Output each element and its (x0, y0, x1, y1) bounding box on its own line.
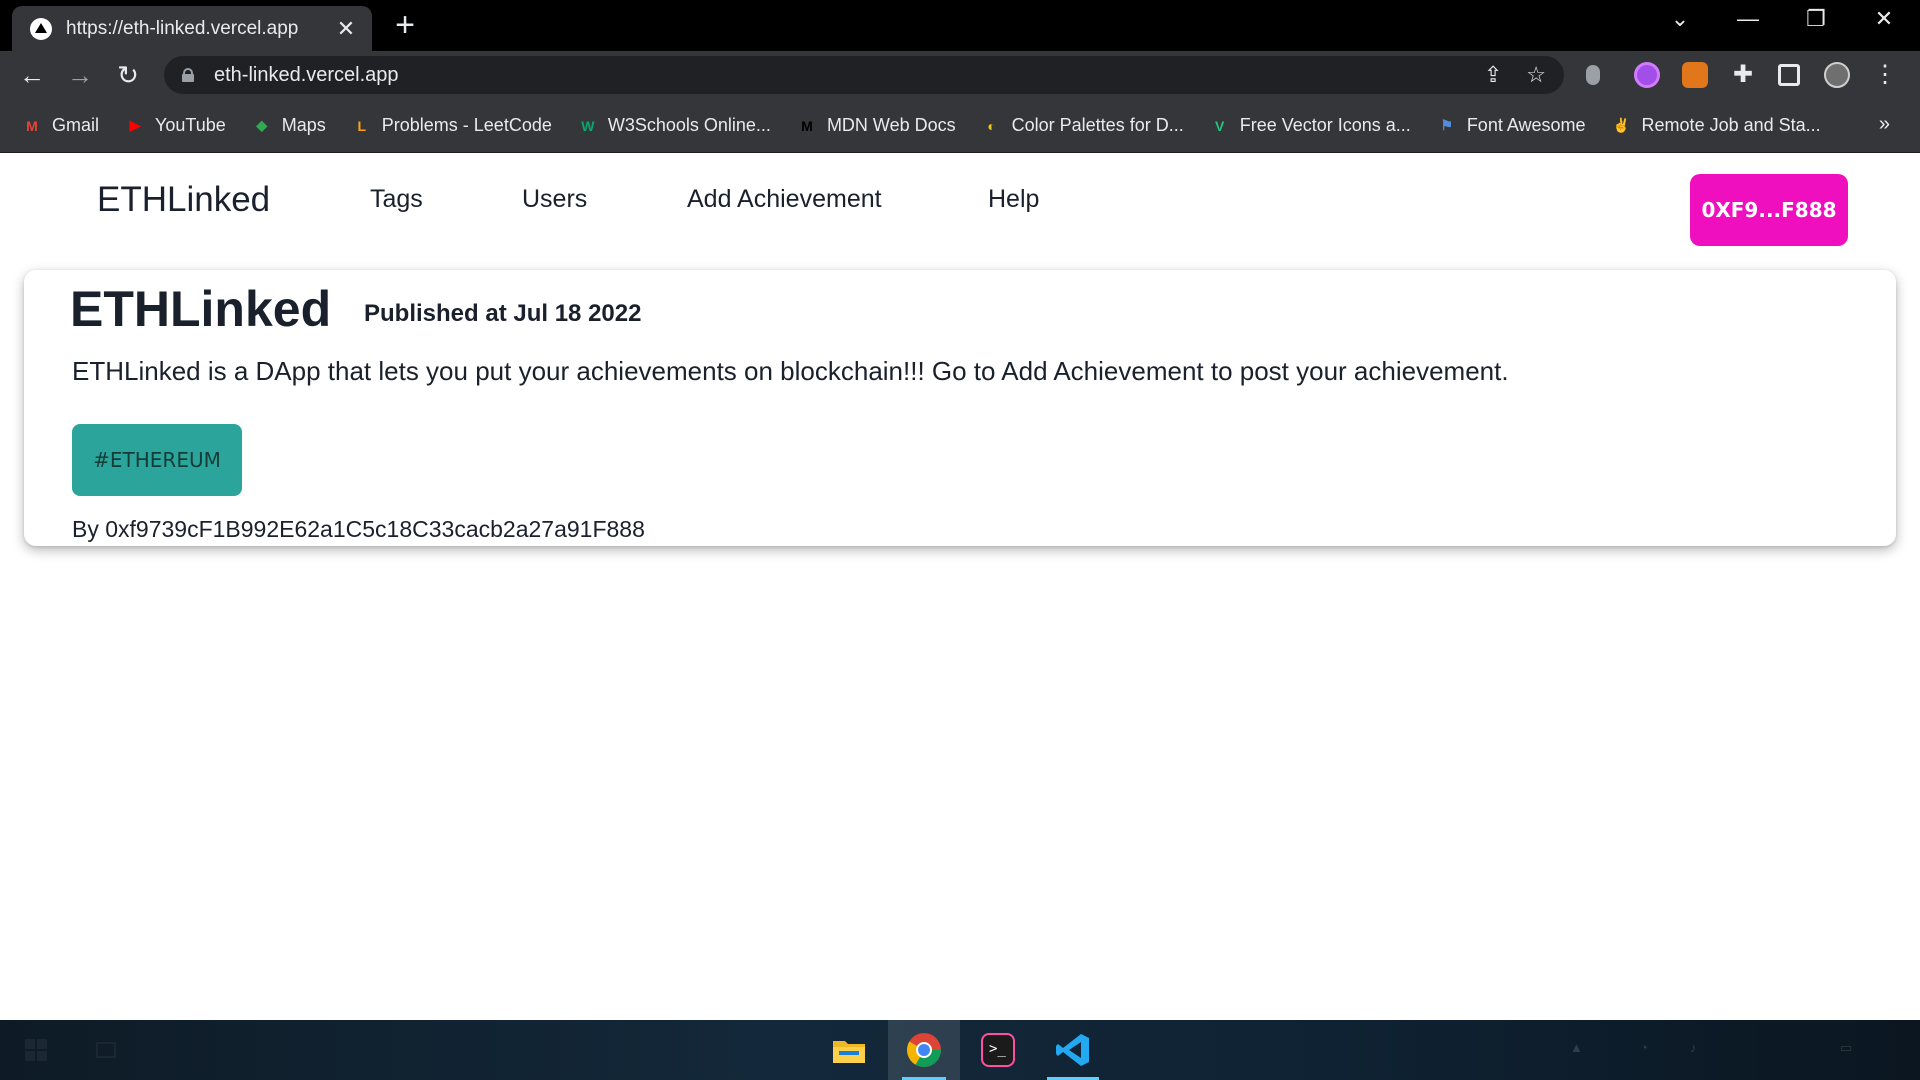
new-tab-button[interactable]: + (390, 8, 420, 42)
youtube-icon: ▶ (129, 117, 141, 133)
site-navbar: ETHLinked Tags Users Add Achievement Hel… (0, 154, 1920, 254)
extensions-puzzle-icon[interactable]: ✚ (1730, 62, 1756, 88)
url-text[interactable]: eth-linked.vercel.app (214, 64, 1460, 87)
bookmark-star-icon[interactable]: ☆ (1526, 62, 1546, 88)
nav-link-help[interactable]: Help (988, 185, 1039, 214)
minimize-button[interactable]: — (1728, 6, 1768, 32)
nav-link-add-achievement[interactable]: Add Achievement (687, 185, 882, 214)
bookmark-item[interactable]: ◆ Maps (252, 115, 326, 136)
file-explorer-icon[interactable] (827, 1028, 871, 1072)
bookmark-label: Gmail (52, 115, 100, 135)
bookmark-label: MDN Web Docs (826, 115, 956, 135)
extension-icon[interactable] (1586, 65, 1600, 85)
angellist-icon: ✌ (1612, 117, 1631, 133)
bookmark-label: Remote Job and Sta... (1641, 115, 1821, 135)
bookmark-label: YouTube (155, 115, 226, 135)
flag-icon: ⚑ (1440, 117, 1454, 133)
side-panel-icon[interactable] (1778, 64, 1800, 86)
svg-text:>_: >_ (989, 1041, 1006, 1057)
achievement-card: ETHLinked Published at Jul 18 2022 ETHLi… (24, 270, 1896, 546)
browser-toolbar: ← → ↻ eth-linked.vercel.app ⇪ ☆ ✚ ⋮ (0, 51, 1920, 99)
bookmark-label: Font Awesome (1466, 115, 1586, 135)
bookmark-item[interactable]: M Gmail (22, 115, 99, 136)
maps-icon: ◆ (256, 117, 268, 133)
metamask-icon[interactable] (1682, 62, 1708, 88)
bookmark-item[interactable]: ✌ Remote Job and Sta... (1612, 115, 1821, 136)
task-view-icon[interactable] (84, 1028, 128, 1072)
back-button[interactable]: ← (16, 59, 48, 91)
bookmark-item[interactable]: ⚑ Font Awesome (1437, 115, 1586, 136)
achievement-description: ETHLinked is a DApp that lets you put yo… (72, 356, 1509, 386)
site-brand-link[interactable]: ETHLinked (97, 180, 270, 220)
more-bookmarks-chevron-icon[interactable]: » (1879, 113, 1890, 136)
tray-volume-icon[interactable]: ♪ (1690, 1040, 1697, 1055)
vector-icons-icon: V (1215, 117, 1225, 134)
windows-taskbar: >_ ▲ ◔ ♪ ▭ (0, 1020, 1920, 1080)
w3schools-icon: W (581, 117, 595, 134)
tab-search-icon[interactable]: ⌄ (1660, 6, 1700, 32)
tag-ethereum-button[interactable]: #ETHEREUM (72, 424, 242, 496)
forward-button[interactable]: → (64, 59, 96, 91)
bookmark-item[interactable]: ▶ YouTube (125, 115, 226, 136)
achievement-title: ETHLinked (70, 281, 332, 337)
web-page: ETHLinked Tags Users Add Achievement Hel… (0, 154, 1920, 1020)
wallet-address-button[interactable]: 0XF9...F888 (1690, 174, 1848, 246)
bookmark-item[interactable]: W W3Schools Online... (578, 115, 771, 136)
share-icon[interactable]: ⇪ (1484, 62, 1502, 88)
gmail-icon: M (26, 117, 38, 134)
palette-icon: ◐ (987, 117, 996, 134)
tab-title: https://eth-linked.vercel.app (66, 17, 299, 39)
extension-purple-icon[interactable] (1634, 62, 1660, 88)
vscode-icon[interactable] (1047, 1028, 1099, 1080)
bookmark-item[interactable]: L Problems - LeetCode (352, 115, 552, 136)
browser-tab-active[interactable]: https://eth-linked.vercel.app ✕ (12, 6, 372, 51)
menu-kebab-icon[interactable]: ⋮ (1872, 62, 1898, 88)
bookmark-label: Maps (281, 115, 326, 135)
tab-close-icon[interactable]: ✕ (334, 16, 358, 42)
reload-button[interactable]: ↻ (112, 59, 144, 91)
tray-network-icon[interactable]: ◔ (1640, 1040, 1648, 1055)
bookmark-label: W3Schools Online... (607, 115, 771, 135)
lock-icon[interactable] (182, 68, 194, 82)
bookmark-item[interactable]: ◐ Color Palettes for D... (982, 115, 1184, 136)
vercel-favicon-icon (30, 17, 52, 40)
bookmarks-bar: M Gmail ▶ YouTube ◆ Maps L Problems - LeetCode W… (0, 99, 1920, 153)
address-bar[interactable]: eth-linked.vercel.app ⇪ ☆ (164, 56, 1564, 94)
tray-overflow-icon[interactable]: ▲ (1570, 1040, 1583, 1055)
windows-start-icon[interactable] (14, 1028, 58, 1072)
chrome-taskbar-icon[interactable] (888, 1020, 960, 1080)
tray-clock[interactable]: ▭ (1840, 1040, 1852, 1056)
restore-button[interactable]: ❐ (1796, 6, 1836, 32)
mdn-icon: M (801, 117, 813, 134)
browser-tab-strip: https://eth-linked.vercel.app ✕ + ⌄ — ❐ … (0, 0, 1920, 51)
bookmark-label: Color Palettes for D... (1011, 115, 1184, 135)
nav-link-users[interactable]: Users (522, 185, 587, 214)
bookmark-label: Free Vector Icons a... (1239, 115, 1411, 135)
bookmark-item[interactable]: V Free Vector Icons a... (1210, 115, 1411, 136)
close-window-button[interactable]: ✕ (1864, 6, 1904, 32)
terminal-icon[interactable]: >_ (976, 1028, 1020, 1072)
author-address: By 0xf9739cF1B992E62a1C5c18C33cacb2a27a9… (72, 516, 645, 542)
nav-link-tags[interactable]: Tags (370, 185, 423, 214)
bookmark-label: Problems - LeetCode (381, 115, 552, 135)
profile-avatar[interactable] (1824, 62, 1850, 88)
bookmark-item[interactable]: M MDN Web Docs (797, 115, 956, 136)
published-date: Published at Jul 18 2022 (364, 300, 642, 327)
leetcode-icon: L (357, 117, 367, 134)
